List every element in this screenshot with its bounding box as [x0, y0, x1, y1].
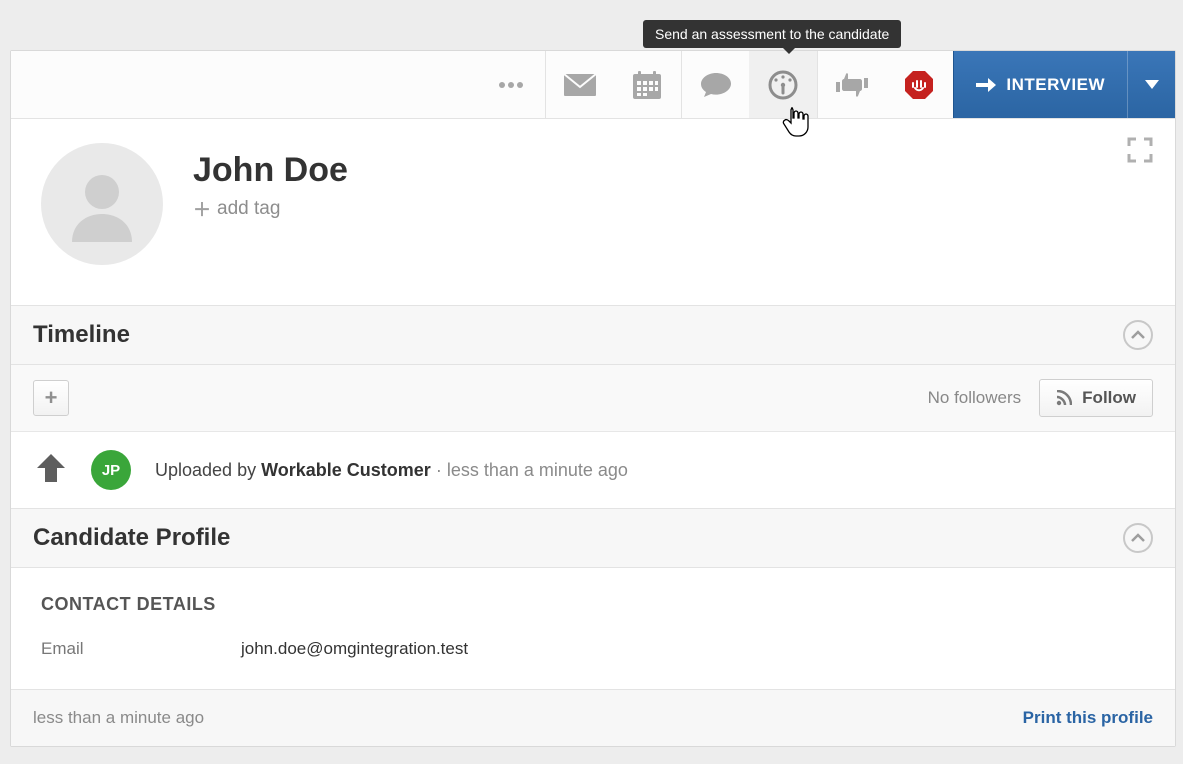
candidate-name: John Doe	[193, 151, 348, 190]
caret-down-icon	[1145, 80, 1159, 90]
schedule-button[interactable]	[613, 51, 681, 118]
email-button[interactable]	[545, 51, 613, 118]
timeline-entry-text: Uploaded by Workable Customer · less tha…	[155, 460, 628, 481]
contact-row-email: Email john.doe@omgintegration.test	[41, 639, 1145, 659]
disqualify-button[interactable]	[885, 51, 953, 118]
arrow-right-icon	[976, 77, 996, 93]
profile-collapse-button[interactable]	[1123, 523, 1153, 553]
expand-button[interactable]	[1127, 137, 1153, 168]
rss-icon	[1056, 390, 1072, 406]
timeline-prefix: Uploaded by	[155, 460, 256, 480]
follow-button[interactable]: Follow	[1039, 379, 1153, 417]
follow-label: Follow	[1082, 388, 1136, 408]
calendar-icon	[633, 71, 661, 99]
stage-label: INTERVIEW	[1006, 75, 1105, 95]
timeline-collapse-button[interactable]	[1123, 320, 1153, 350]
chevron-up-icon	[1131, 533, 1145, 543]
ellipsis-icon	[498, 80, 524, 90]
plus-icon: ＋	[193, 196, 211, 222]
expand-icon	[1127, 137, 1153, 163]
add-tag-button[interactable]: ＋ add tag	[193, 196, 280, 222]
envelope-icon	[564, 74, 596, 96]
profile-body: CONTACT DETAILS Email john.doe@omgintegr…	[11, 568, 1175, 689]
email-value: john.doe@omgintegration.test	[241, 639, 468, 659]
tooltip-text: Send an assessment to the candidate	[655, 26, 889, 42]
evaluate-button[interactable]	[817, 51, 885, 118]
timeline-entry: JP Uploaded by Workable Customer · less …	[11, 432, 1175, 508]
thumbs-icon	[834, 72, 870, 98]
uploader-initials: JP	[102, 462, 120, 479]
profile-header: John Doe ＋ add tag	[11, 119, 1175, 305]
profile-section-title: Candidate Profile	[33, 524, 230, 552]
plus-icon: +	[45, 385, 58, 411]
tooltip-send-assessment: Send an assessment to the candidate	[643, 20, 901, 48]
add-timeline-entry-button[interactable]: +	[33, 380, 69, 416]
comment-icon	[700, 71, 732, 99]
candidate-panel: INTERVIEW John Doe ＋ add tag	[10, 50, 1176, 747]
print-profile-link[interactable]: Print this profile	[1023, 708, 1153, 728]
followers-row: + No followers Follow	[11, 365, 1175, 432]
upload-icon	[35, 452, 67, 489]
contact-details-heading: CONTACT DETAILS	[41, 594, 1145, 615]
footer-timestamp: less than a minute ago	[33, 708, 204, 728]
stop-icon	[904, 70, 934, 100]
candidate-toolbar: INTERVIEW	[11, 51, 1175, 119]
timeline-ago: less than a minute ago	[447, 460, 628, 480]
candidate-avatar	[41, 143, 163, 265]
uploader-name: Workable Customer	[261, 460, 431, 480]
move-stage-main[interactable]: INTERVIEW	[954, 51, 1127, 118]
comment-button[interactable]	[681, 51, 749, 118]
panel-footer: less than a minute ago Print this profil…	[11, 689, 1175, 746]
timeline-title: Timeline	[33, 321, 130, 349]
send-assessment-button[interactable]	[749, 51, 817, 118]
profile-section-header: Candidate Profile	[11, 508, 1175, 568]
gauge-icon	[767, 69, 799, 101]
move-stage-button[interactable]: INTERVIEW	[953, 51, 1175, 118]
no-followers-label: No followers	[928, 388, 1022, 408]
more-actions-button[interactable]	[477, 51, 545, 118]
chevron-up-icon	[1131, 330, 1145, 340]
timeline-section-header: Timeline	[11, 305, 1175, 365]
add-tag-label: add tag	[217, 198, 280, 220]
uploader-avatar: JP	[91, 450, 131, 490]
email-label: Email	[41, 639, 181, 659]
avatar-placeholder-icon	[62, 164, 142, 244]
stage-dropdown-toggle[interactable]	[1127, 51, 1175, 118]
